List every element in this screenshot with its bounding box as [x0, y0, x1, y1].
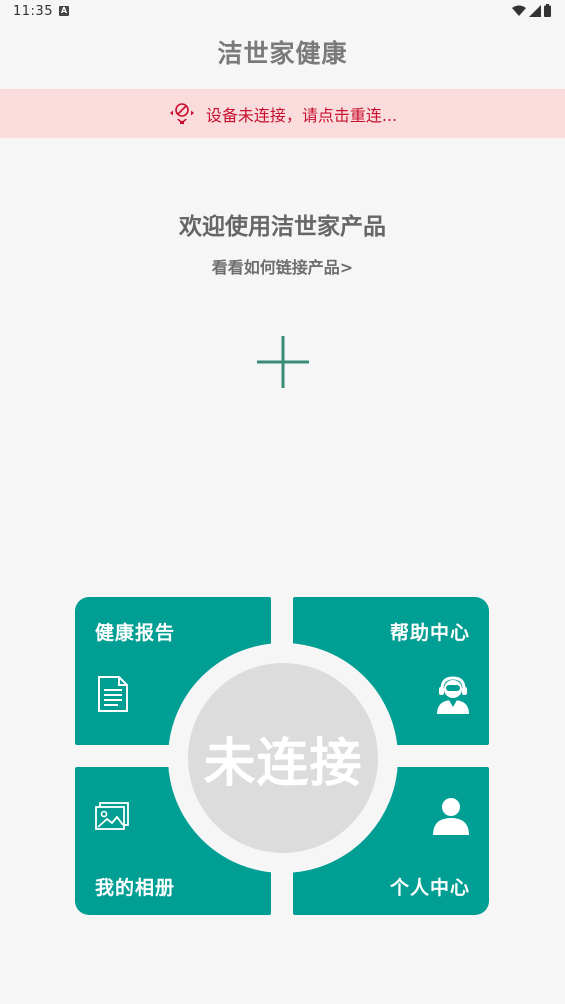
signal-icon — [529, 4, 541, 17]
user-icon — [433, 798, 469, 835]
album-label: 我的相册 — [95, 877, 176, 899]
wifi-icon — [512, 5, 526, 16]
plus-icon — [257, 336, 309, 388]
connection-status-button[interactable]: 未连接 — [188, 663, 378, 853]
support-agent-icon — [437, 676, 469, 714]
battery-icon — [544, 4, 551, 17]
status-bar: 11:35 A — [0, 0, 565, 26]
health-report-label: 健康报告 — [95, 622, 176, 644]
add-device-button[interactable] — [257, 336, 309, 388]
banner-text: 设备未连接，请点击重连... — [205, 105, 398, 125]
notification-icon: A — [59, 6, 69, 16]
help-center-label: 帮助中心 — [389, 622, 470, 644]
document-icon — [98, 676, 128, 712]
page-title: 洁世家健康 — [217, 39, 348, 68]
welcome-title: 欢迎使用洁世家产品 — [179, 214, 386, 240]
profile-label: 个人中心 — [389, 877, 470, 899]
status-time: 11:35 — [13, 4, 53, 19]
status-icons — [512, 4, 551, 17]
image-icon — [95, 802, 129, 830]
device-disconnected-icon — [169, 102, 194, 124]
reconnect-banner[interactable]: 设备未连接，请点击重连... — [0, 89, 565, 138]
how-to-connect-link[interactable]: 看看如何链接产品> — [0, 254, 565, 278]
connection-status-text: 未连接 — [203, 733, 363, 794]
